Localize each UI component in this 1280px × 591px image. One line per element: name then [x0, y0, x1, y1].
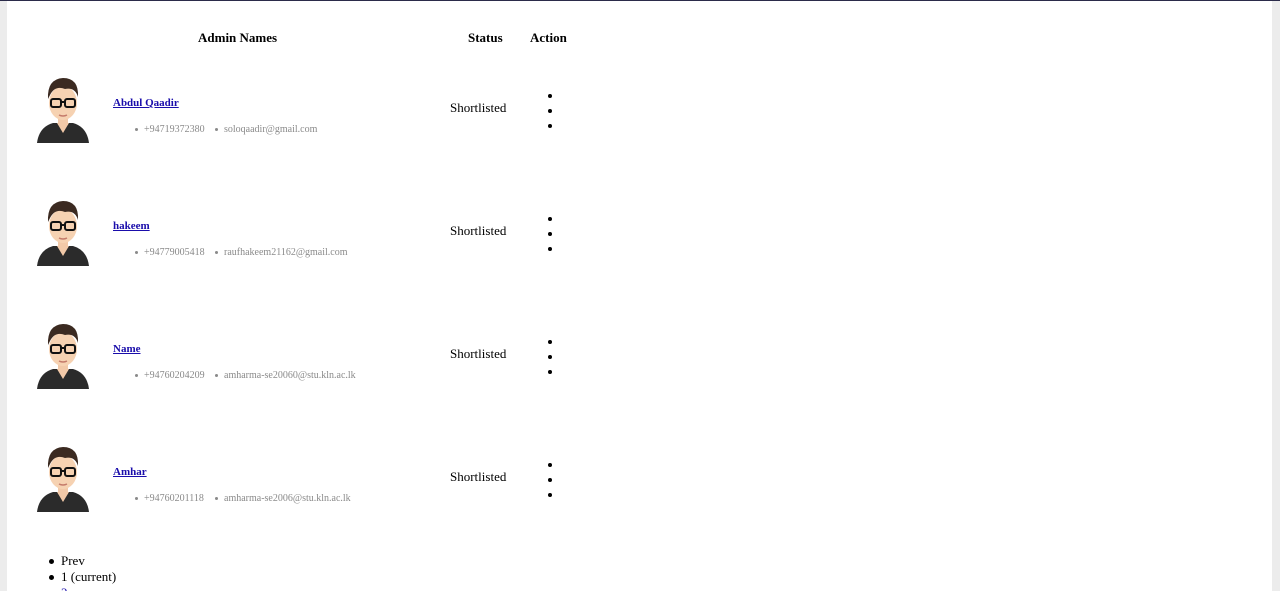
- admin-email: amharma-se2006@stu.kln.ac.lk: [215, 493, 351, 504]
- pagination-current: 1 (current): [47, 569, 116, 585]
- pagination: Prev 1 (current) 2: [47, 553, 116, 591]
- more-dots-icon[interactable]: [548, 217, 552, 221]
- avatar-icon: [37, 78, 89, 143]
- more-dots-icon[interactable]: [548, 355, 552, 359]
- pagination-prev[interactable]: Prev: [47, 553, 116, 569]
- avatar-icon: [37, 201, 89, 266]
- admin-phone: +94760201118: [135, 493, 204, 504]
- status-text: Shortlisted: [450, 346, 507, 361]
- avatar-icon: [37, 324, 89, 389]
- table-row: hakeem +94779005418 raufhakeem21162@gmai…: [7, 196, 707, 319]
- admin-email: amharma-se20060@stu.kln.ac.lk: [215, 370, 356, 381]
- header-admin-names: Admin Names: [198, 30, 278, 45]
- more-dots-icon[interactable]: [548, 109, 552, 113]
- action-menu[interactable]: [548, 217, 568, 262]
- more-dots-icon[interactable]: [548, 463, 552, 467]
- admin-name-link[interactable]: Abdul Qaadir: [113, 97, 179, 109]
- table-row: Amhar +94760201118 amharma-se2006@stu.kl…: [7, 442, 707, 565]
- avatar-icon: [37, 447, 89, 512]
- admin-phone: +94760204209: [135, 370, 205, 381]
- header-action: Action: [530, 30, 567, 45]
- status-text: Shortlisted: [450, 100, 507, 115]
- status-text: Shortlisted: [450, 469, 507, 484]
- table-row: Abdul Qaadir +94719372380 soloqaadir@gma…: [7, 73, 707, 196]
- pagination-item-2: 2: [47, 585, 116, 591]
- action-menu[interactable]: [548, 463, 568, 508]
- admin-name-link[interactable]: hakeem: [113, 220, 150, 232]
- more-dots-icon[interactable]: [548, 94, 552, 98]
- action-menu[interactable]: [548, 94, 568, 139]
- action-menu[interactable]: [548, 340, 568, 385]
- admin-name-link[interactable]: Name: [113, 343, 141, 355]
- admin-phone: +94719372380: [135, 124, 205, 135]
- admin-list-panel: Admin Names Status Action Abdul Qaadir +…: [7, 1, 1272, 591]
- more-dots-icon[interactable]: [548, 124, 552, 128]
- admin-email: soloqaadir@gmail.com: [215, 124, 317, 135]
- more-dots-icon[interactable]: [548, 340, 552, 344]
- admin-name-link[interactable]: Amhar: [113, 466, 147, 478]
- more-dots-icon[interactable]: [548, 493, 552, 497]
- admin-phone: +94779005418: [135, 247, 205, 258]
- admin-email: raufhakeem21162@gmail.com: [215, 247, 348, 258]
- table-row: Name +94760204209 amharma-se20060@stu.kl…: [7, 319, 707, 442]
- more-dots-icon[interactable]: [548, 247, 552, 251]
- pagination-page-2[interactable]: 2: [61, 585, 68, 591]
- status-text: Shortlisted: [450, 223, 507, 238]
- more-dots-icon[interactable]: [548, 370, 552, 374]
- more-dots-icon[interactable]: [548, 232, 552, 236]
- header-status: Status: [468, 30, 503, 45]
- more-dots-icon[interactable]: [548, 478, 552, 482]
